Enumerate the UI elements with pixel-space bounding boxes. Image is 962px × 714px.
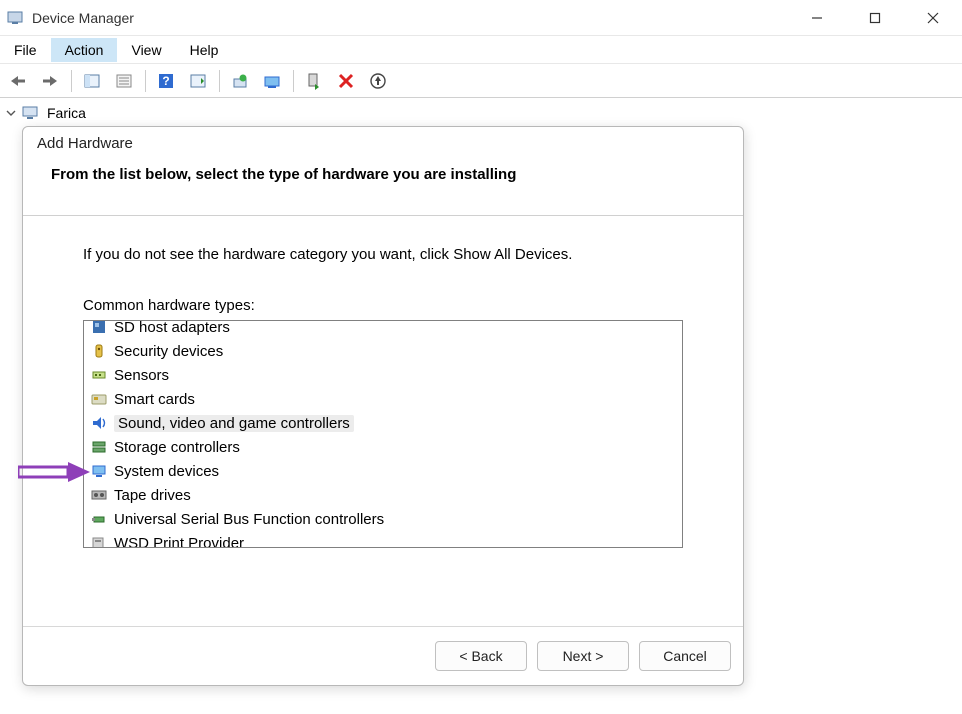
- list-item-label: Tape drives: [114, 487, 191, 504]
- maximize-button[interactable]: [846, 0, 904, 36]
- app-icon: [6, 9, 24, 27]
- list-item[interactable]: Tape drives: [84, 483, 682, 507]
- list-item[interactable]: Universal Serial Bus Function controller…: [84, 507, 682, 531]
- next-button[interactable]: Next >: [537, 641, 629, 671]
- list-item[interactable]: WSD Print Provider: [84, 531, 682, 547]
- sd-host-icon: [90, 321, 108, 336]
- toolbar-separator: [142, 67, 148, 95]
- list-item[interactable]: System devices: [84, 459, 682, 483]
- toolbar-separator: [290, 67, 296, 95]
- nav-forward-button[interactable]: [36, 67, 64, 95]
- menu-action[interactable]: Action: [51, 38, 118, 62]
- list-item-label: SD host adapters: [114, 321, 230, 336]
- list-item[interactable]: Sound, video and game controllers: [84, 411, 682, 435]
- list-item-label: Smart cards: [114, 391, 195, 408]
- hardware-types-label: Common hardware types:: [83, 297, 683, 314]
- list-item-label: System devices: [114, 463, 219, 480]
- device-tree[interactable]: Farica: [0, 98, 962, 128]
- list-item[interactable]: Smart cards: [84, 387, 682, 411]
- wsd-icon: [90, 534, 108, 547]
- hardware-types-listbox[interactable]: SD host adapters Security devices Sensors S…: [83, 320, 683, 548]
- add-hardware-dialog: Add Hardware From the list below, select…: [22, 126, 744, 686]
- list-item-label: Storage controllers: [114, 439, 240, 456]
- list-item-label: Sound, video and game controllers: [114, 415, 354, 432]
- sound-icon: [90, 414, 108, 432]
- tree-root-label: Farica: [44, 104, 89, 122]
- list-item-label: Security devices: [114, 343, 223, 360]
- enable-device-button[interactable]: [300, 67, 328, 95]
- update-driver-button[interactable]: [226, 67, 254, 95]
- menu-view[interactable]: View: [117, 38, 175, 62]
- list-item[interactable]: Security devices: [84, 339, 682, 363]
- smartcard-icon: [90, 390, 108, 408]
- nav-back-button[interactable]: [4, 67, 32, 95]
- scan-hardware-button[interactable]: [184, 67, 212, 95]
- title-bar: Device Manager: [0, 0, 962, 36]
- toolbar: ?: [0, 64, 962, 98]
- dialog-header-text: From the list below, select the type of …: [51, 166, 715, 183]
- disable-device-button[interactable]: [332, 67, 360, 95]
- list-item[interactable]: Sensors: [84, 363, 682, 387]
- system-icon: [90, 462, 108, 480]
- computer-icon: [22, 105, 40, 121]
- menu-help[interactable]: Help: [176, 38, 233, 62]
- security-icon: [90, 342, 108, 360]
- back-button[interactable]: < Back: [435, 641, 527, 671]
- dialog-footer: < Back Next > Cancel: [23, 626, 743, 685]
- close-button[interactable]: [904, 0, 962, 36]
- sensors-icon: [90, 366, 108, 384]
- dialog-body: If you do not see the hardware category …: [23, 216, 743, 626]
- window-controls: [788, 0, 962, 36]
- update-driver-alt-button[interactable]: [364, 67, 392, 95]
- list-item-label: Sensors: [114, 367, 169, 384]
- dialog-note: If you do not see the hardware category …: [83, 246, 683, 263]
- tape-icon: [90, 486, 108, 504]
- dialog-header: From the list below, select the type of …: [23, 154, 743, 216]
- show-hide-tree-button[interactable]: [78, 67, 106, 95]
- minimize-button[interactable]: [788, 0, 846, 36]
- list-item[interactable]: Storage controllers: [84, 435, 682, 459]
- uninstall-device-button[interactable]: [258, 67, 286, 95]
- usb-icon: [90, 510, 108, 528]
- dialog-title: Add Hardware: [23, 127, 743, 154]
- cancel-button[interactable]: Cancel: [639, 641, 731, 671]
- list-item-label: WSD Print Provider: [114, 535, 244, 548]
- svg-text:?: ?: [162, 74, 169, 88]
- toolbar-separator: [216, 67, 222, 95]
- menu-bar: File Action View Help: [0, 36, 962, 64]
- list-item[interactable]: SD host adapters: [84, 321, 682, 339]
- window-title: Device Manager: [32, 10, 134, 26]
- properties-button[interactable]: [110, 67, 138, 95]
- help-button[interactable]: ?: [152, 67, 180, 95]
- storage-icon: [90, 438, 108, 456]
- menu-file[interactable]: File: [0, 38, 51, 62]
- tree-root-row[interactable]: Farica: [4, 104, 958, 122]
- toolbar-separator: [68, 67, 74, 95]
- chevron-down-icon[interactable]: [4, 108, 18, 118]
- list-item-label: Universal Serial Bus Function controller…: [114, 511, 384, 528]
